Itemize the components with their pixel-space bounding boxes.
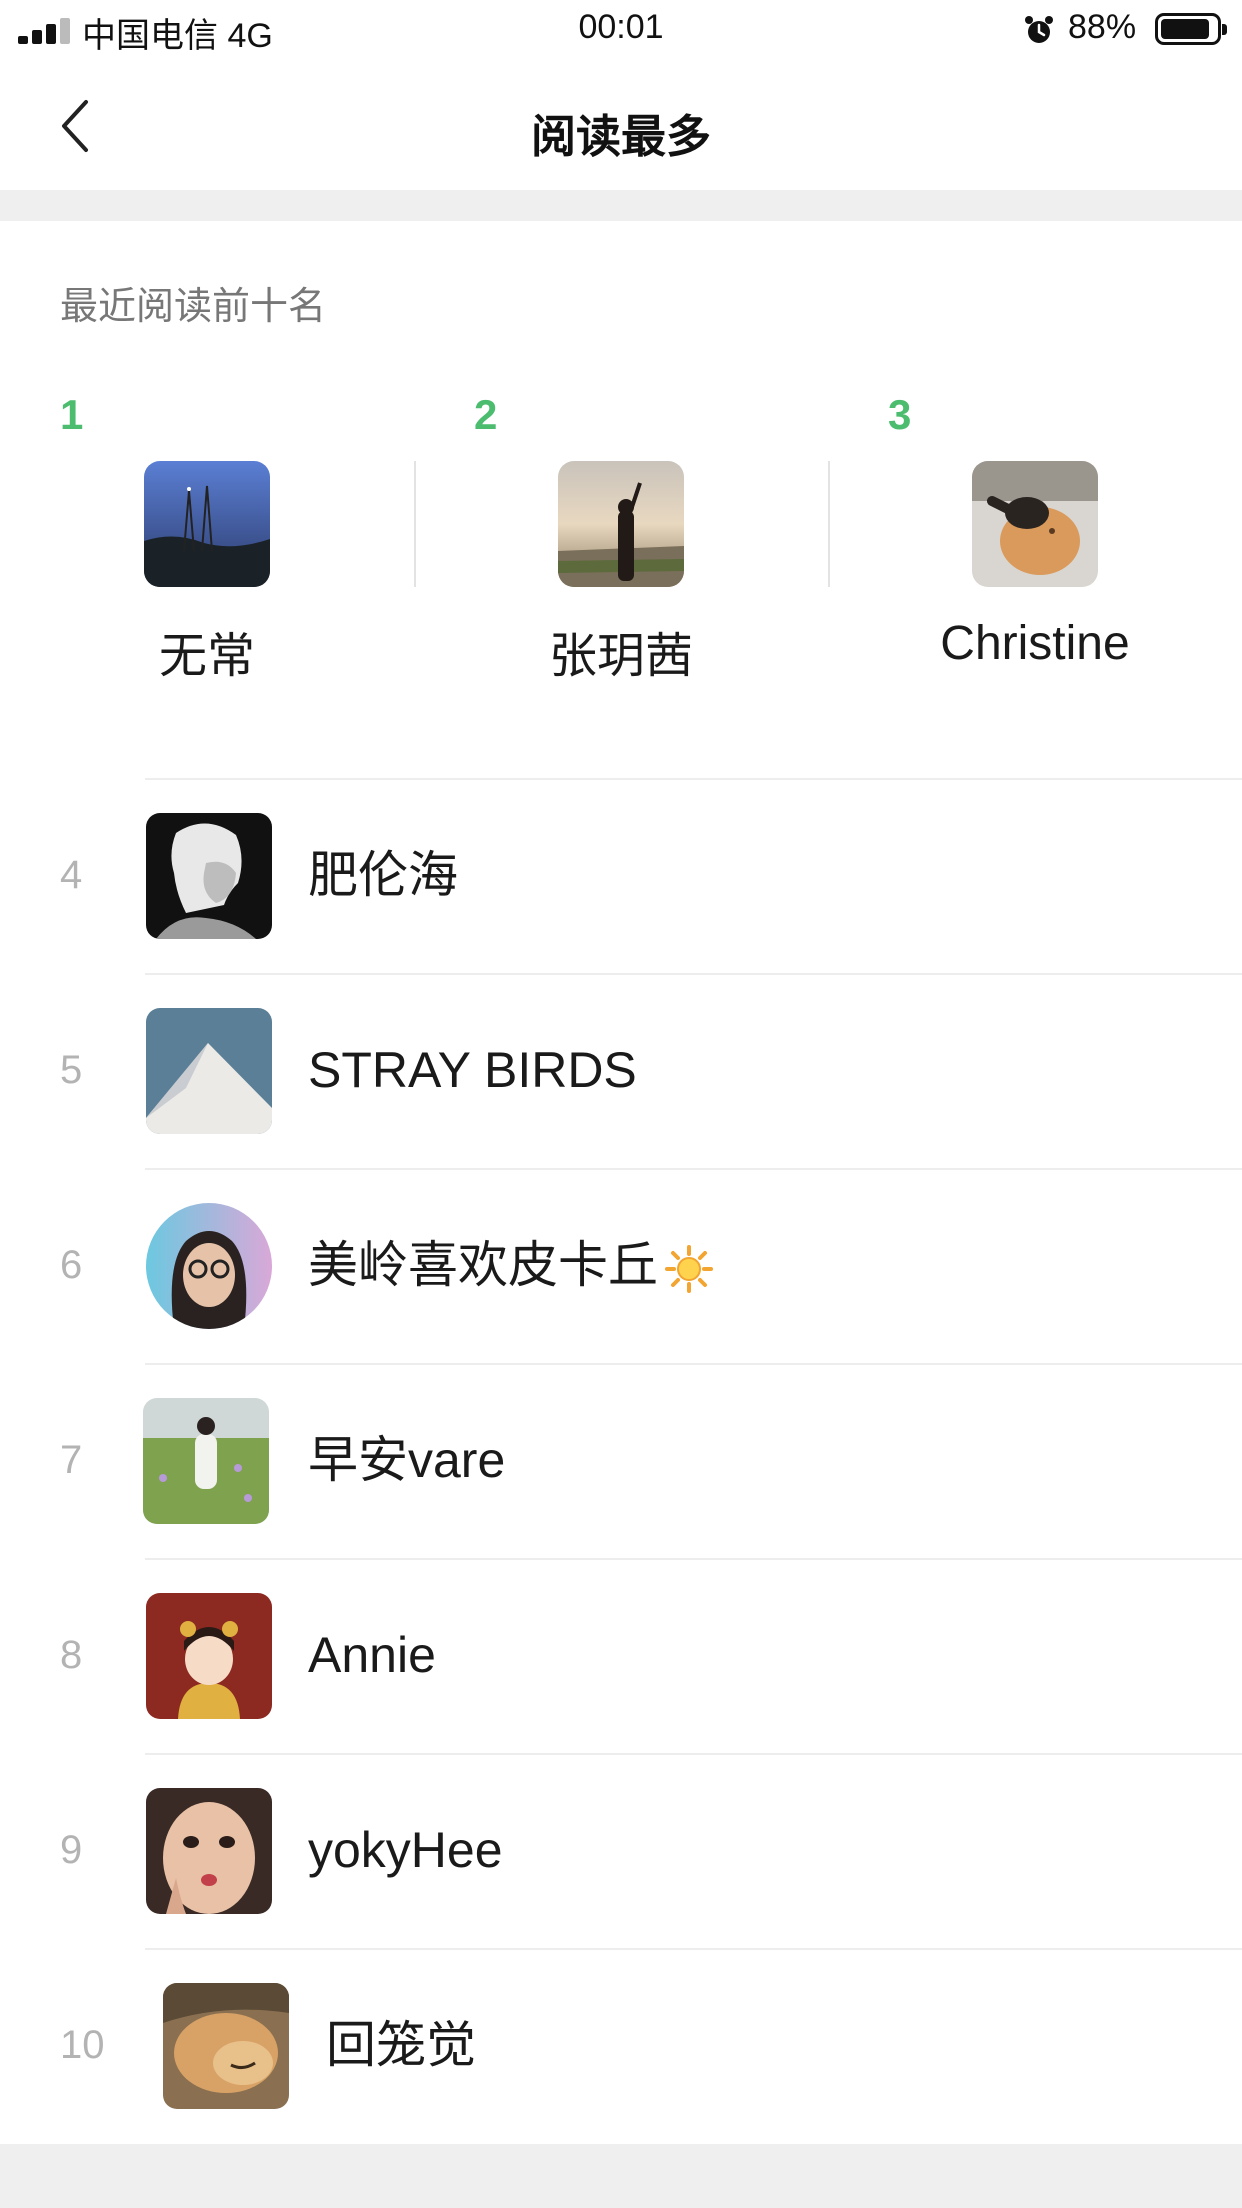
rank-number: 9 [60, 1828, 83, 1872]
sun-icon [665, 1244, 713, 1293]
avatar [972, 461, 1098, 587]
rank-number: 2 [474, 391, 498, 438]
navigation-bar: 阅读最多 [0, 60, 1242, 190]
user-name: 肥伦海 [308, 847, 458, 903]
top-item-2[interactable]: 2 张玥茜 [414, 391, 828, 711]
list-item[interactable]: 4 肥伦海 [0, 778, 1242, 973]
list-item[interactable]: 7 早安vare [0, 1363, 1242, 1558]
user-name: 张玥茜 [548, 630, 693, 683]
divider [414, 461, 416, 587]
battery-icon [1155, 13, 1227, 45]
list-item[interactable]: 10 回笼觉 [0, 1948, 1242, 2143]
status-bar: 中国电信 4G 00:01 88% [0, 0, 1242, 60]
avatar [144, 461, 270, 587]
battery-percent: 88% [1068, 8, 1137, 46]
alarm-clock-icon [1025, 16, 1053, 43]
rank-number: 1 [60, 391, 84, 438]
page-title: 阅读最多 [530, 111, 711, 162]
rank-number: 8 [60, 1633, 83, 1677]
divider [828, 461, 830, 587]
avatar [143, 1398, 269, 1524]
avatar [146, 813, 272, 939]
user-name: Annie [308, 1627, 436, 1683]
user-name: 早安vare [308, 1432, 506, 1488]
ranking-list: 4 肥伦海 5 STRAY BIRDS 6 美岭喜欢皮卡丘 7 早安vare 8… [0, 778, 1242, 2143]
rank-number: 3 [888, 391, 912, 438]
rank-number: 5 [60, 1048, 83, 1092]
rank-number: 4 [60, 853, 83, 897]
user-name: STRAY BIRDS [308, 1042, 637, 1098]
top-three: 1 无常 2 张玥茜 3 Christine [0, 391, 1242, 711]
top-item-1[interactable]: 1 无常 [0, 391, 414, 711]
ranking-card: 最近阅读前十名 1 无常 2 张玥茜 3 Christine 4 肥伦海 5 S… [0, 221, 1242, 2144]
avatar [146, 1788, 272, 1914]
avatar [163, 1983, 289, 2109]
rank-number: 6 [60, 1243, 83, 1287]
user-name: 回笼觉 [326, 2017, 476, 2073]
list-item[interactable]: 9 yokyHee [0, 1753, 1242, 1948]
avatar [146, 1008, 272, 1134]
list-item[interactable]: 6 美岭喜欢皮卡丘 [0, 1168, 1242, 1363]
top-item-3[interactable]: 3 Christine [828, 391, 1242, 711]
avatar [146, 1203, 272, 1329]
avatar [558, 461, 684, 587]
clock: 00:01 [578, 8, 664, 46]
user-name: yokyHee [308, 1822, 503, 1878]
user-name: 无常 [158, 630, 255, 683]
rank-number: 10 [60, 2023, 105, 2067]
user-name: Christine [940, 617, 1130, 670]
rank-number: 7 [60, 1438, 83, 1482]
list-item[interactable]: 8 Annie [0, 1558, 1242, 1753]
list-item[interactable]: 5 STRAY BIRDS [0, 973, 1242, 1168]
divider [145, 1948, 1242, 1950]
section-title: 最近阅读前十名 [60, 286, 327, 328]
avatar [146, 1593, 272, 1719]
user-name: 美岭喜欢皮卡丘 [308, 1168, 714, 1363]
